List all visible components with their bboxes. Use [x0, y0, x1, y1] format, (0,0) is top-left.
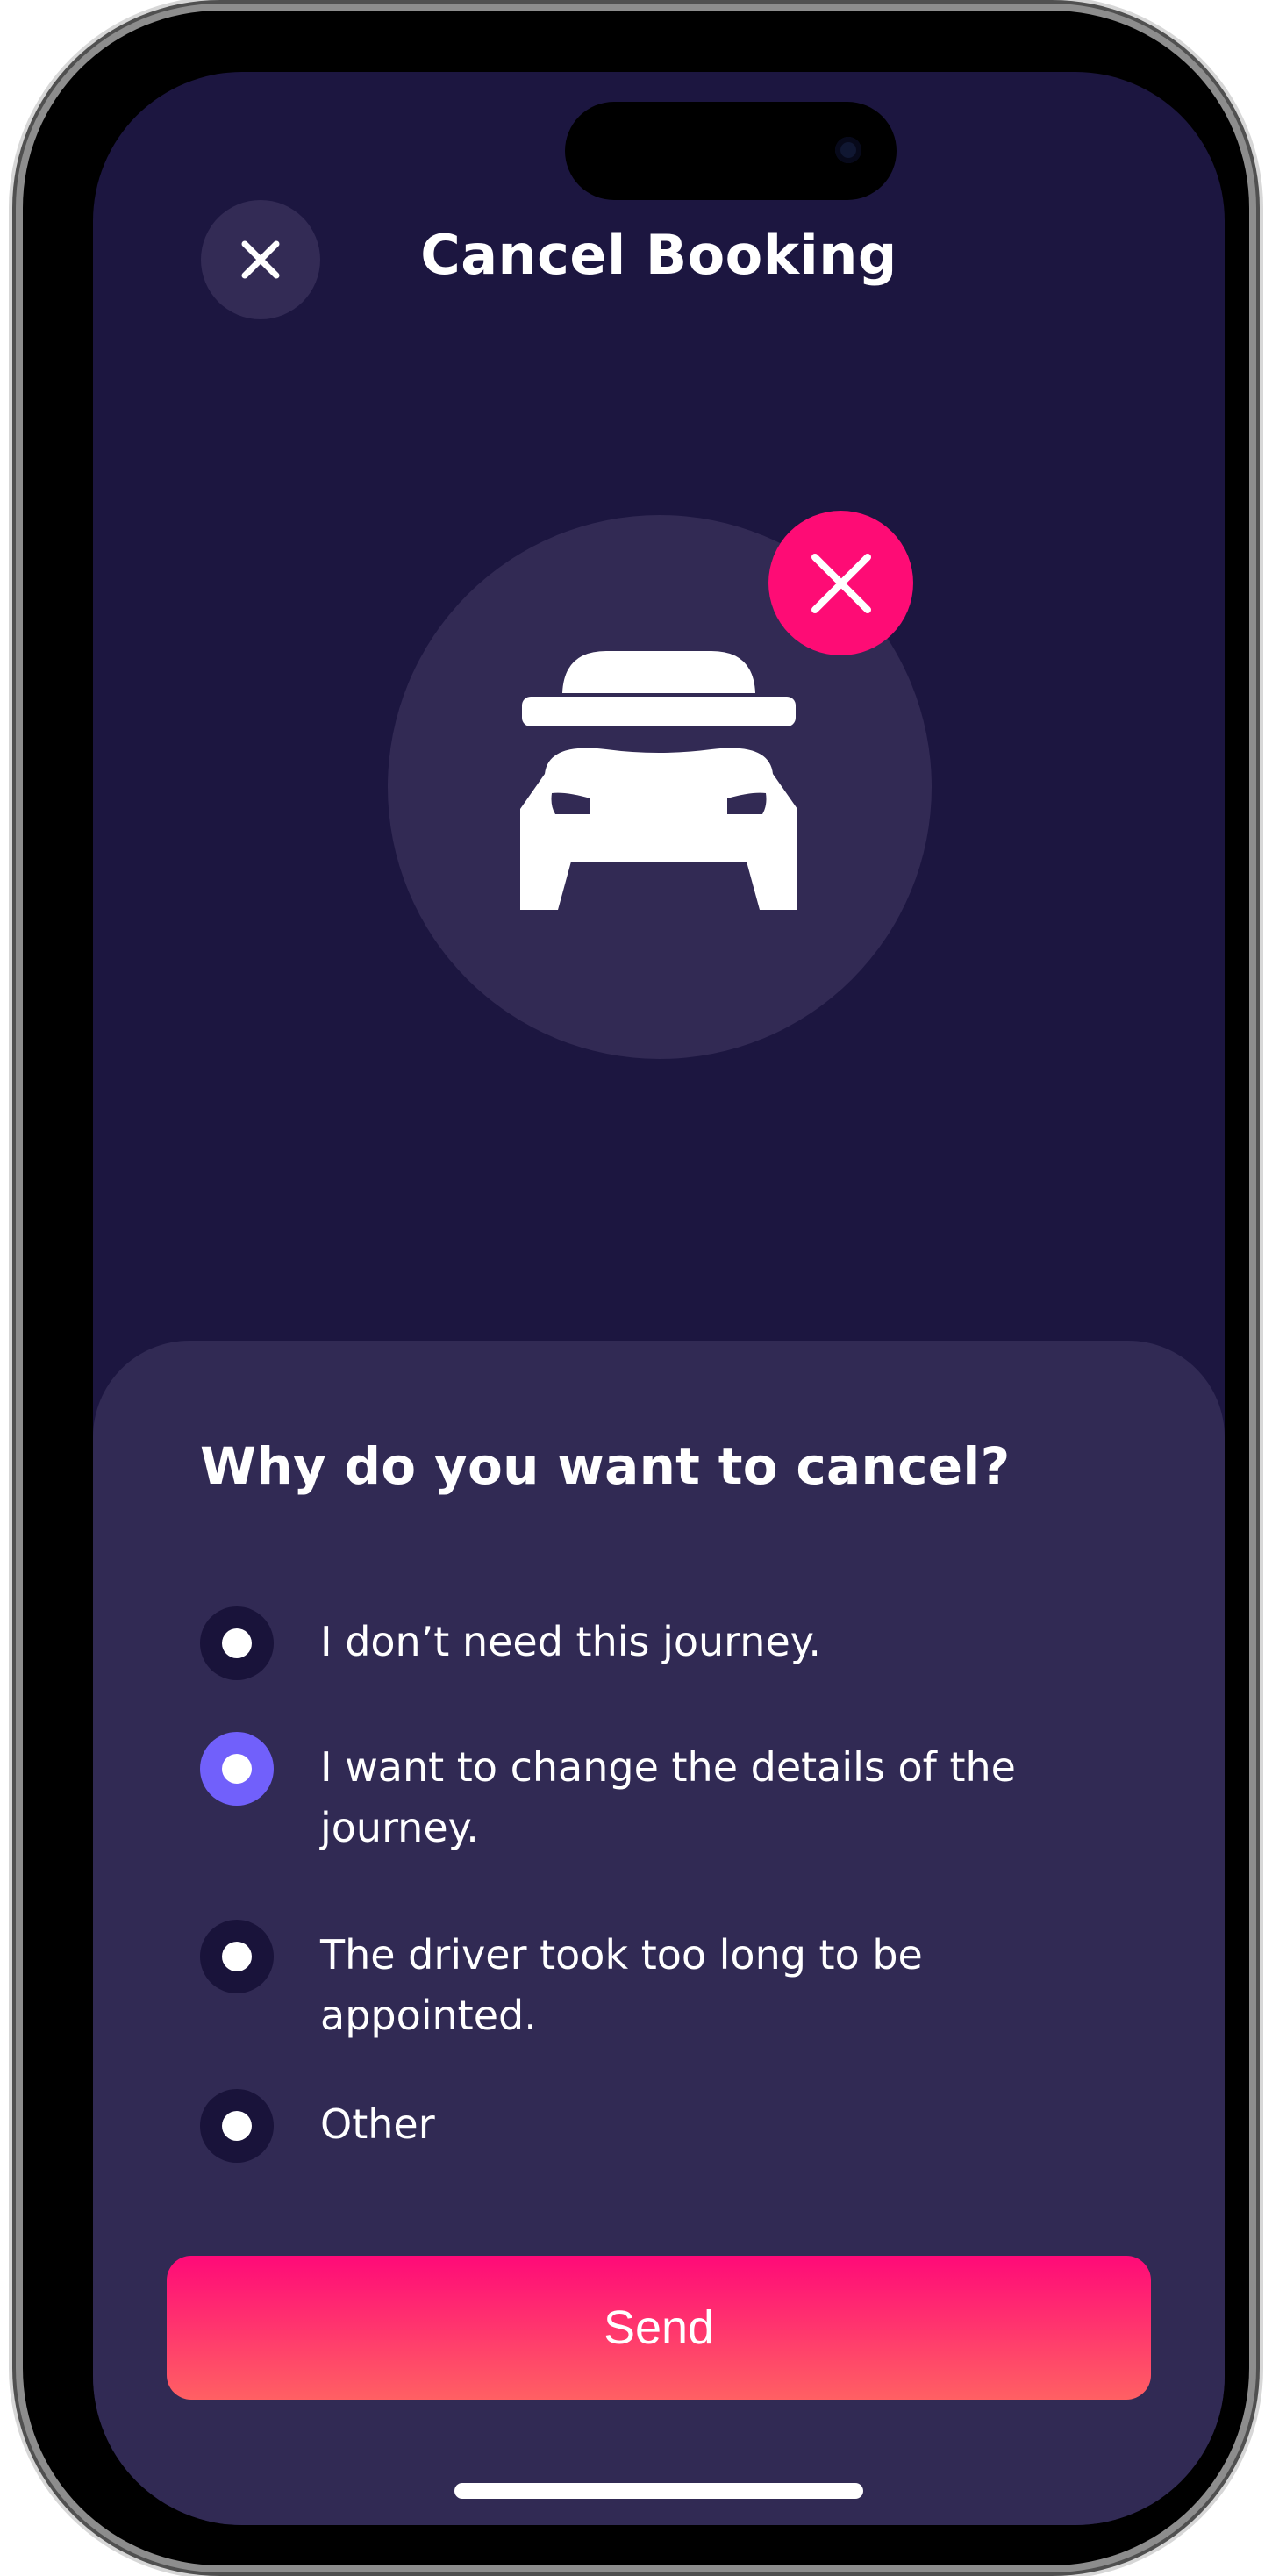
- reason-option-label: Other: [320, 2100, 435, 2148]
- cancel-question: Why do you want to cancel?: [200, 1436, 1011, 1496]
- cancel-badge: [768, 511, 913, 655]
- radio-button-selected[interactable]: [200, 1732, 274, 1806]
- reason-option-change-details[interactable]: I want to change the details of the jour…: [200, 1732, 1130, 1864]
- radio-dot: [222, 1628, 252, 1658]
- volume-up-button: [12, 632, 21, 798]
- camera-icon: [835, 137, 861, 163]
- radio-button[interactable]: [200, 1606, 274, 1680]
- radio-button[interactable]: [200, 1920, 274, 1993]
- reason-option-label: I don’t need this journey.: [320, 1618, 822, 1665]
- radio-dot: [222, 2111, 252, 2141]
- action-button: [12, 465, 21, 546]
- reason-option-driver-late[interactable]: The driver took too long to be appointed…: [200, 1920, 1130, 2051]
- reason-option-label: I want to change the details of the jour…: [320, 1743, 1016, 1851]
- reason-option-other[interactable]: Other: [200, 2089, 1130, 2163]
- power-button: [1251, 711, 1260, 1018]
- radio-dot: [222, 1754, 252, 1784]
- screen: Cancel Booking Why do you want to cancel…: [93, 72, 1225, 2525]
- car-front-icon: [520, 651, 797, 910]
- reason-option-label: The driver took too long to be appointed…: [320, 1931, 923, 2039]
- phone-frame: Cancel Booking Why do you want to cancel…: [23, 11, 1249, 2565]
- radio-dot: [222, 1942, 252, 1971]
- send-button[interactable]: Send: [167, 2256, 1151, 2400]
- dynamic-island: [565, 102, 897, 200]
- reason-option-no-need[interactable]: I don’t need this journey.: [200, 1606, 1130, 1680]
- radio-button[interactable]: [200, 2089, 274, 2163]
- page-title: Cancel Booking: [420, 223, 897, 287]
- volume-down-button: [12, 860, 21, 1027]
- x-icon: [811, 553, 871, 613]
- home-indicator[interactable]: [454, 2483, 863, 2499]
